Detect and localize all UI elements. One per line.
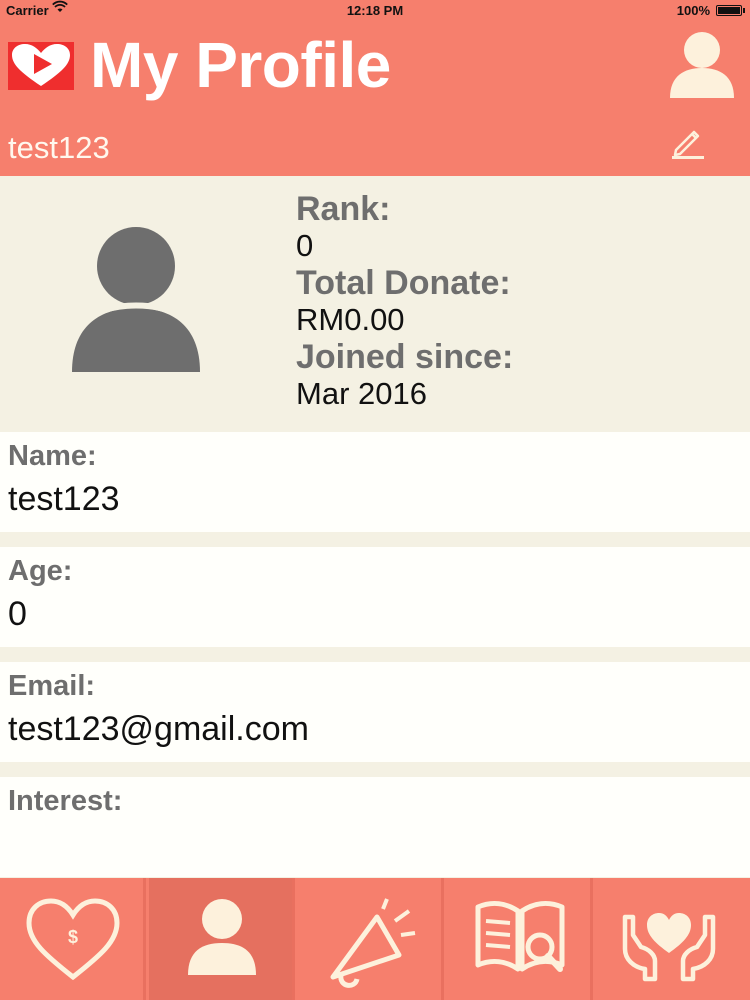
name-value: test123 <box>8 480 120 518</box>
edit-profile-button[interactable] <box>670 124 706 160</box>
book-search-icon <box>475 901 565 972</box>
battery-percent: 100% <box>676 3 710 18</box>
email-field: Email: test123@gmail.com <box>0 662 750 762</box>
tab-explore[interactable] <box>447 878 593 1000</box>
heart-play-logo-icon <box>8 42 74 90</box>
rank-label: Rank: <box>296 190 391 228</box>
interest-label: Interest: <box>8 785 123 817</box>
pencil-icon <box>672 130 704 159</box>
profile-stats: Rank: 0 Total Donate: RM0.00 Joined sinc… <box>296 190 513 412</box>
email-label: Email: <box>8 670 96 702</box>
age-label: Age: <box>8 555 73 587</box>
bottom-tab-bar: $ <box>0 878 750 1000</box>
hands-heart-icon <box>622 913 716 982</box>
user-icon <box>670 32 734 98</box>
user-avatar-icon <box>70 226 202 374</box>
name-label: Name: <box>8 440 97 472</box>
tab-charity[interactable] <box>596 878 750 1000</box>
svg-text:$: $ <box>68 927 78 947</box>
app-header: Carrier 12:18 PM 100% My Profile test123 <box>0 0 750 176</box>
joined-since-label: Joined since: <box>296 338 514 376</box>
profile-summary: Rank: 0 Total Donate: RM0.00 Joined sinc… <box>0 176 750 432</box>
battery-tip <box>743 8 745 13</box>
interest-field: Interest: <box>0 777 750 877</box>
heart-dollar-icon: $ <box>26 898 120 981</box>
total-donate-value: RM0.00 <box>296 302 405 337</box>
username-label: test123 <box>8 130 110 165</box>
megaphone-icon <box>330 898 416 988</box>
profile-button[interactable] <box>668 30 736 100</box>
tab-donate[interactable]: $ <box>0 878 146 1000</box>
page-title: My Profile <box>90 29 391 101</box>
email-value: test123@gmail.com <box>8 710 309 748</box>
rank-value: 0 <box>296 228 314 263</box>
joined-since-value: Mar 2016 <box>296 376 427 411</box>
tab-profile[interactable] <box>149 878 295 1000</box>
age-field: Age: 0 <box>0 547 750 647</box>
status-bar: Carrier 12:18 PM 100% <box>0 0 750 22</box>
name-field: Name: test123 <box>0 432 750 532</box>
user-icon <box>188 899 256 975</box>
tab-campaign[interactable] <box>298 878 444 1000</box>
battery-icon <box>716 5 742 16</box>
total-donate-label: Total Donate: <box>296 264 511 302</box>
clock: 12:18 PM <box>346 3 404 18</box>
age-value: 0 <box>8 595 27 633</box>
